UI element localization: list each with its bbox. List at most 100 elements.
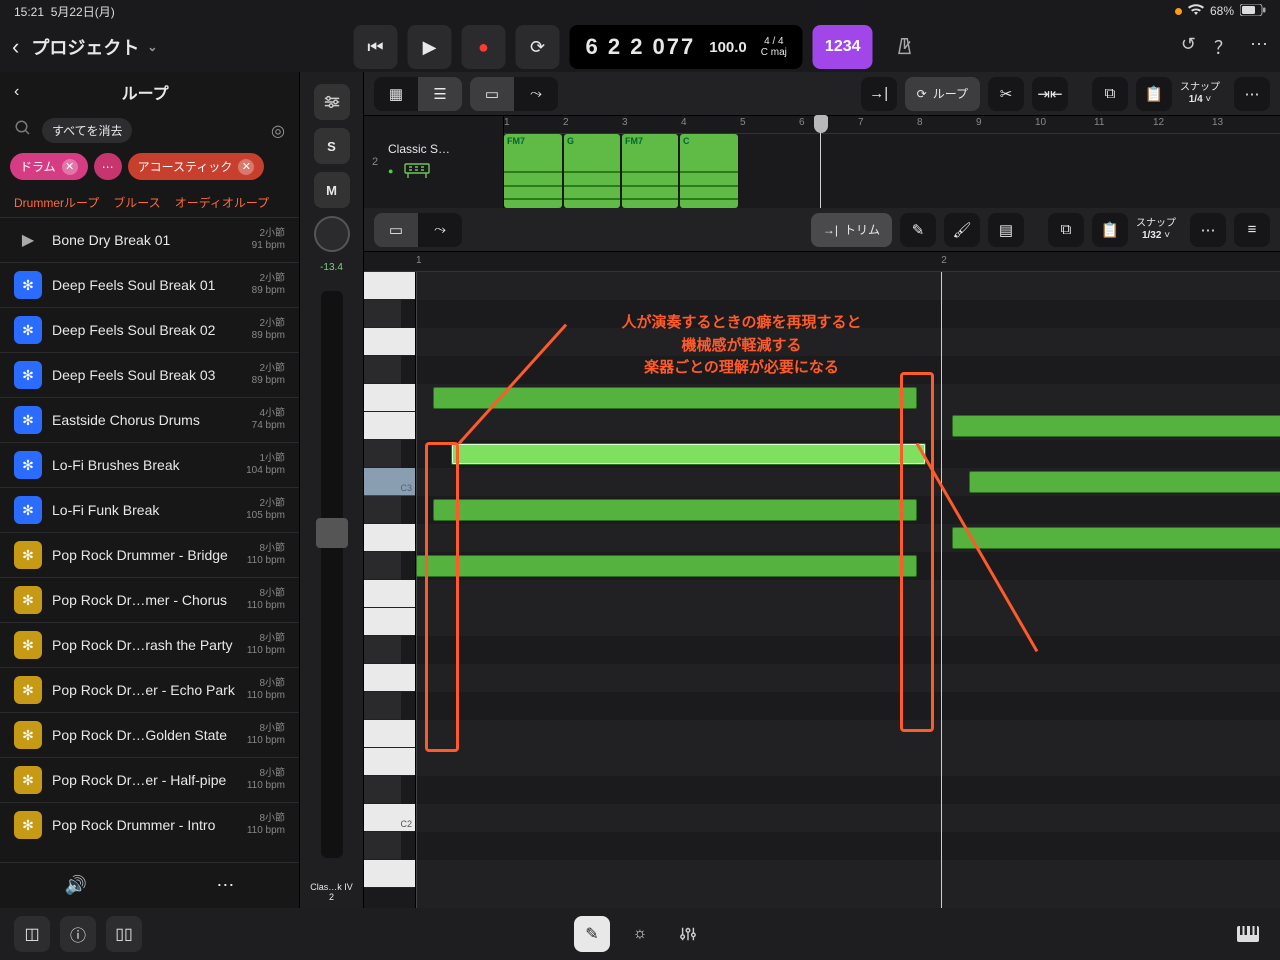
- loop-item[interactable]: ✻ Pop Rock Dr…rash the Party 8小節110 bpm: [0, 622, 299, 667]
- metronome-button[interactable]: [883, 25, 927, 69]
- scissors-button[interactable]: ✂: [988, 77, 1024, 111]
- loop-item[interactable]: ✻ Lo-Fi Funk Break 2小節105 bpm: [0, 487, 299, 532]
- layout-button[interactable]: ▯▯: [106, 916, 142, 952]
- midi-note[interactable]: [952, 415, 1280, 437]
- count-in-button[interactable]: 1234: [813, 25, 873, 69]
- tag-drum[interactable]: ドラム✕: [10, 153, 88, 180]
- pencil-tool[interactable]: ✎: [900, 213, 936, 247]
- loop-item[interactable]: ✻ Pop Rock Dr…mer - Chorus 8小節110 bpm: [0, 577, 299, 622]
- loop-item[interactable]: ✻ Pop Rock Dr…Golden State 8小節110 bpm: [0, 712, 299, 757]
- midi-note[interactable]: [952, 527, 1280, 549]
- snap-display[interactable]: スナップ1/32 ˅: [1136, 218, 1176, 242]
- midi-note[interactable]: [433, 499, 917, 521]
- loop-item[interactable]: ✻ Deep Feels Soul Break 02 2小節89 bpm: [0, 307, 299, 352]
- rewind-button[interactable]: ⏮: [353, 25, 397, 69]
- brightness-button[interactable]: ☼: [622, 916, 658, 952]
- track-header[interactable]: 2 Classic S… ●: [364, 116, 504, 208]
- close-icon[interactable]: ✕: [62, 159, 78, 175]
- midi-region[interactable]: FM7: [622, 134, 678, 208]
- copy-button[interactable]: ⧉: [1048, 213, 1084, 247]
- filter-icon[interactable]: ◎: [271, 121, 285, 141]
- loop-item[interactable]: ✻ Deep Feels Soul Break 01 2小節89 bpm: [0, 262, 299, 307]
- loop-name: Pop Rock Dr…Golden State: [52, 727, 237, 743]
- project-title[interactable]: プロジェクト⌄: [31, 34, 157, 60]
- automation-tool[interactable]: ⤳: [514, 77, 558, 111]
- mute-button[interactable]: M: [314, 172, 350, 208]
- pianoroll-toolbar: ▭ ⤳ →| トリム ✎ 🖌 ▤ ⧉ 📋 スナップ1/32 ˅ ⋯ ≡: [364, 208, 1280, 252]
- midi-region[interactable]: C: [680, 134, 738, 208]
- settings-button[interactable]: [314, 84, 350, 120]
- volume-fader[interactable]: [321, 291, 343, 858]
- cycle-button[interactable]: ⟳: [515, 25, 559, 69]
- loop-item[interactable]: ✻ Pop Rock Drummer - Bridge 8小節110 bpm: [0, 532, 299, 577]
- tag-more[interactable]: ⋯: [94, 153, 122, 180]
- mixer-button[interactable]: [670, 916, 706, 952]
- loop-subtabs[interactable]: Drummerループ ブルース オーディオループ: [0, 188, 299, 217]
- pianoroll-more-button[interactable]: ⋯: [1190, 213, 1226, 247]
- loop-item[interactable]: ✻ Pop Rock Dr…er - Half-pipe 8小節110 bpm: [0, 757, 299, 802]
- edit-tool[interactable]: ✎: [574, 916, 610, 952]
- close-icon[interactable]: ✕: [238, 159, 254, 175]
- view-list-button[interactable]: ☰: [418, 77, 462, 111]
- undo-button[interactable]: ↺: [1181, 34, 1196, 60]
- tag-acoustic[interactable]: アコースティック✕: [128, 153, 265, 180]
- loop-meta: 4小節74 bpm: [252, 408, 285, 432]
- loop-name: Deep Feels Soul Break 02: [52, 322, 242, 338]
- loop-item[interactable]: ✻ Lo-Fi Brushes Break 1小節104 bpm: [0, 442, 299, 487]
- loop-name: Pop Rock Dr…rash the Party: [52, 637, 237, 653]
- midi-note[interactable]: [969, 471, 1280, 493]
- split-button[interactable]: ⇥⇤: [1032, 77, 1068, 111]
- solo-button[interactable]: S: [314, 128, 350, 164]
- paste-button[interactable]: 📋: [1136, 77, 1172, 111]
- loop-item[interactable]: ✻ Pop Rock Drummer - Intro 8小節110 bpm: [0, 802, 299, 847]
- battery-icon: [1240, 4, 1266, 19]
- loop-name: Lo-Fi Brushes Break: [52, 457, 236, 473]
- search-icon[interactable]: [14, 119, 32, 142]
- clear-all-button[interactable]: すべてを消去: [42, 118, 132, 143]
- loop-item[interactable]: ✻ Pop Rock Dr…er - Echo Park 8小節110 bpm: [0, 667, 299, 712]
- pan-knob[interactable]: [314, 216, 350, 252]
- loop-meta: 8小節110 bpm: [247, 633, 285, 657]
- help-button[interactable]: ？: [1214, 34, 1232, 60]
- pianoroll[interactable]: C3C2 人が演奏するときの癖を再現すると機械感が軽減する楽器ごとの理解が必要に…: [364, 272, 1280, 908]
- view-grid-button[interactable]: ▦: [374, 77, 418, 111]
- list-button[interactable]: ≡: [1234, 213, 1270, 247]
- midi-region[interactable]: FM7: [504, 134, 562, 208]
- record-button[interactable]: ●: [461, 25, 505, 69]
- loop-icon: ✻: [14, 361, 42, 389]
- loop-list[interactable]: ▶ Bone Dry Break 01 2小節91 bpm✻ Deep Feel…: [0, 217, 299, 862]
- loop-mode-button[interactable]: ⟳ ループ: [905, 77, 980, 111]
- loop-meta: 8小節110 bpm: [247, 543, 285, 567]
- info-button[interactable]: ⓘ: [60, 916, 96, 952]
- snap-display[interactable]: スナップ1/4 ˅: [1180, 82, 1220, 106]
- back-button[interactable]: ‹: [12, 34, 19, 60]
- midi-note[interactable]: [451, 443, 926, 465]
- pianoroll-ruler[interactable]: 12: [364, 252, 1280, 272]
- trim-mode-button[interactable]: →| トリム: [811, 213, 892, 247]
- join-button[interactable]: →|: [861, 77, 897, 111]
- lcd-display[interactable]: 6 2 2 077 100.0 4 / 4C maj: [569, 25, 802, 69]
- channel-strip: S M -13.4 Clas…k IV 2: [300, 72, 364, 908]
- loop-item[interactable]: ▶ Bone Dry Break 01 2小節91 bpm: [0, 217, 299, 262]
- arrange-area[interactable]: 2 Classic S… ● 12345678910111213 FM7GFM7…: [364, 116, 1280, 208]
- loop-item[interactable]: ✻ Deep Feels Soul Break 03 2小節89 bpm: [0, 352, 299, 397]
- more-button[interactable]: ⋯: [1250, 34, 1268, 60]
- region-tool[interactable]: ▭: [374, 213, 418, 247]
- paste-button[interactable]: 📋: [1092, 213, 1128, 247]
- keyboard-button[interactable]: [1230, 916, 1266, 952]
- brush-tool[interactable]: 🖌: [944, 213, 980, 247]
- loop-item[interactable]: ✻ Eastside Chorus Drums 4小節74 bpm: [0, 397, 299, 442]
- region-tool[interactable]: ▭: [470, 77, 514, 111]
- midi-region[interactable]: G: [564, 134, 620, 208]
- browser-more-button[interactable]: ⋯: [216, 875, 234, 896]
- db-readout: -13.4: [320, 262, 343, 273]
- copy-button[interactable]: ⧉: [1092, 77, 1128, 111]
- automation-tool[interactable]: ⤳: [418, 213, 462, 247]
- loop-meta: 8小節110 bpm: [247, 813, 285, 837]
- velocity-tool[interactable]: ▤: [988, 213, 1024, 247]
- volume-icon[interactable]: 🔊: [65, 875, 87, 896]
- inbox-button[interactable]: ◫: [14, 916, 50, 952]
- arrange-more-button[interactable]: ⋯: [1234, 77, 1270, 111]
- play-button[interactable]: ▶: [407, 25, 451, 69]
- midi-note[interactable]: [416, 555, 917, 577]
